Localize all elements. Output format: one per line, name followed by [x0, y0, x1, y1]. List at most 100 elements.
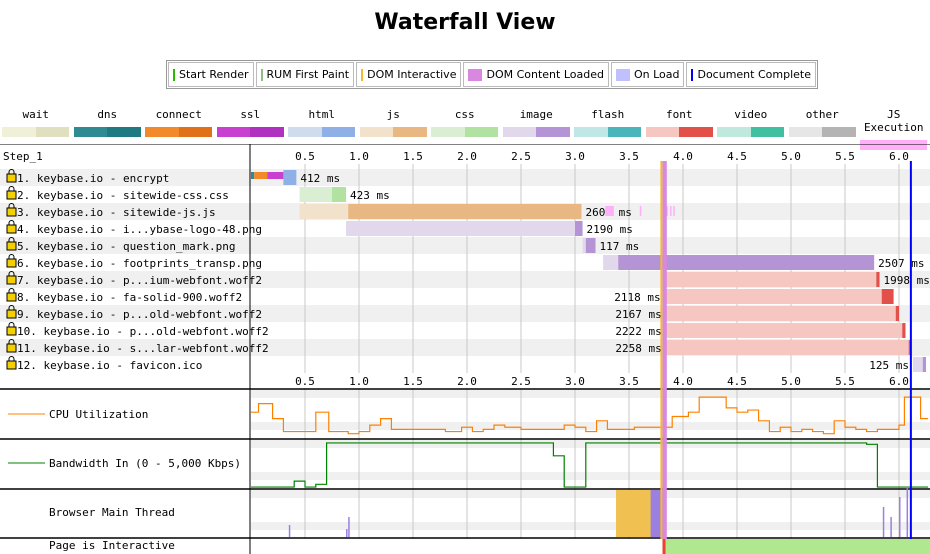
bandwidth-line	[251, 442, 929, 488]
legend-swatch	[73, 127, 141, 137]
legend-label: RUM First Paint	[266, 68, 350, 81]
dom-content-loaded-marker	[662, 161, 667, 539]
request-row[interactable]: 8. keybase.io - fa-solid-900.woff2 2118 m…	[6, 288, 894, 304]
request-row[interactable]: 3. keybase.io - sitewide-js.js 2607 ms	[6, 203, 632, 219]
graph-band	[251, 390, 930, 398]
axis-tick-top: 3.0	[565, 150, 585, 163]
legend-label: Start Render	[179, 68, 249, 81]
request-label: 6. keybase.io - footprints_transp.png	[17, 257, 262, 270]
request-duration: 423 ms	[350, 189, 390, 202]
legend-label: On Load	[633, 68, 680, 81]
axis-tick-bottom: 4.0	[673, 375, 693, 388]
legend-swatch	[145, 127, 213, 137]
lock-icon	[6, 309, 17, 319]
legend-swatch	[2, 127, 70, 137]
request-download-bar	[902, 323, 906, 338]
request-label: 8. keybase.io - fa-solid-900.woff2	[17, 291, 242, 304]
bandwidth-label: Bandwidth In (0 - 5,000 Kbps)	[49, 457, 241, 470]
request-wait-bar	[299, 204, 349, 219]
legend-swatch	[260, 68, 263, 81]
request-label: 9. keybase.io - p...old-webfont.woff2	[17, 308, 262, 321]
axis-tick-top: 0.5	[295, 150, 315, 163]
blocked-bar	[662, 539, 666, 554]
request-duration: 2507 ms	[878, 257, 924, 270]
request-duration: 2167 ms	[615, 308, 661, 321]
main-thread-spike	[882, 507, 885, 537]
legend-swatch	[359, 127, 427, 137]
axis-tick-bottom: 2.0	[457, 375, 477, 388]
legend-label: ssl	[240, 108, 261, 121]
main-thread-spike	[346, 529, 348, 537]
legend-swatch	[691, 68, 694, 81]
axis-tick-bottom: 6.0	[889, 375, 909, 388]
request-label: 7. keybase.io - p...ium-webfont.woff2	[17, 274, 262, 287]
graph-band	[251, 522, 930, 530]
request-wait-bar	[603, 255, 619, 270]
request-wait-bar	[664, 272, 877, 287]
legend-dom-interactive: DOM Interactive	[356, 62, 462, 87]
lock-icon	[6, 190, 17, 200]
lock-shackle	[8, 356, 15, 361]
legend-swatch	[468, 68, 483, 81]
lock-icon	[6, 360, 17, 370]
legend-label: wait	[22, 108, 50, 121]
axis-tick-bottom: 5.5	[835, 375, 855, 388]
axis-tick-bottom: 3.5	[619, 375, 639, 388]
request-duration: 1998 ms	[884, 274, 930, 287]
request-duration: 2190 ms	[587, 223, 633, 236]
legend-label: other	[805, 108, 839, 121]
request-download-bar	[881, 289, 894, 304]
lock-shackle	[8, 288, 15, 293]
request-row[interactable]: 4. keybase.io - i...ybase-logo-48.png 219…	[6, 220, 633, 236]
js-execution-bar	[670, 206, 672, 216]
request-row[interactable]: 6. keybase.io - footprints_transp.png 250…	[6, 254, 925, 270]
request-row[interactable]: 10. keybase.io - p...old-webfont.woff2 22…	[6, 322, 906, 338]
cpu-label: CPU Utilization	[49, 408, 148, 421]
axis-tick-bottom: 1.0	[349, 375, 369, 388]
main-thread-spike	[906, 487, 909, 537]
graph-band	[251, 490, 930, 498]
axis-tick-top: 2.0	[457, 150, 477, 163]
lock-icon	[6, 326, 17, 336]
request-row[interactable]: 2. keybase.io - sitewide-css.css 423 ms	[6, 186, 390, 202]
graph-band	[251, 472, 930, 480]
request-download-bar	[908, 340, 910, 355]
request-label: 10. keybase.io - p...old-webfont.woff2	[17, 325, 269, 338]
lock-shackle	[8, 254, 15, 259]
request-download-bar	[618, 255, 875, 270]
legend-swatch	[502, 127, 570, 137]
request-download-bar	[348, 204, 582, 219]
axis-tick-top: 1.0	[349, 150, 369, 163]
legend-swatch	[431, 127, 499, 137]
legend-swatch	[216, 127, 284, 137]
legend-start-render: Start Render	[168, 62, 254, 87]
legend-swatch	[173, 68, 175, 81]
request-duration: 412 ms	[300, 172, 340, 185]
request-download-bar	[575, 221, 583, 236]
legend-swatch	[288, 127, 356, 137]
request-label: 5. keybase.io - question_mark.png	[17, 240, 236, 253]
axis-tick-bottom: 0.5	[295, 375, 315, 388]
main-thread-spike	[899, 497, 901, 537]
request-download-bar	[876, 272, 880, 287]
request-duration: 2258 ms	[615, 342, 661, 355]
waterfall-chart: 0.5 0.5 1.0 1.0 1.5 1.5 2.0 2.0 2.5 2.5 3.0 3.0 3.5 3…	[0, 144, 930, 554]
legend-label: css	[454, 108, 475, 121]
legend-rum-first-paint: RUM First Paint	[255, 62, 355, 87]
legend-document-complete: Document Complete	[686, 62, 816, 87]
page-title: Waterfall View	[374, 10, 556, 35]
request-wait-bar	[664, 289, 882, 304]
legend-swatch	[788, 127, 856, 137]
request-label: 3. keybase.io - sitewide-js.js	[17, 206, 216, 219]
request-download-bar	[895, 306, 899, 321]
axis-tick-bottom: 2.5	[511, 375, 531, 388]
request-label: 2. keybase.io - sitewide-css.css	[17, 189, 229, 202]
legend-swatch	[717, 127, 785, 137]
request-label: 12. keybase.io - favicon.ico	[17, 359, 202, 372]
request-wait-bar	[665, 306, 896, 321]
legend-label: connect	[155, 108, 202, 121]
js-execution-bar	[605, 206, 614, 216]
request-duration: 117 ms	[600, 240, 640, 253]
request-duration: 2222 ms	[615, 325, 661, 338]
legend-swatch	[615, 68, 630, 81]
